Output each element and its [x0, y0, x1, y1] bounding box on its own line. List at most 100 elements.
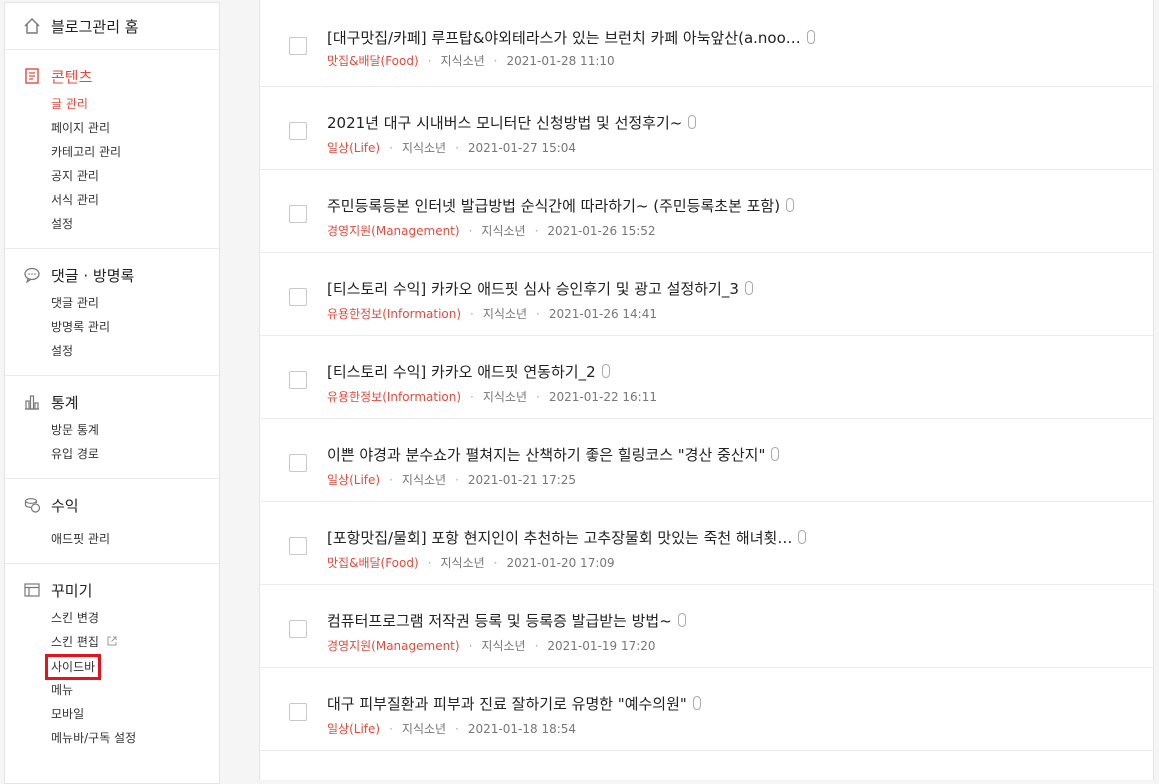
post-title-link[interactable]: 대구 피부질환과 피부과 진료 잘하기로 유명한 "예수의원" — [327, 693, 701, 714]
external-link-icon — [107, 631, 117, 655]
post-row: 대구 피부질환과 피부과 진료 잘하기로 유명한 "예수의원" 일상(Life)… — [260, 668, 1153, 751]
post-meta: 유용한정보(Information) · 지식소년 · 2021-01-22 16:11 — [327, 390, 657, 404]
post-category[interactable]: 맛집&배달(Food) — [327, 556, 419, 570]
section-stats-header[interactable]: 통계 — [5, 390, 219, 414]
post-author: 지식소년 — [440, 556, 485, 570]
sidebar-item-adfit-manage[interactable]: 애드핏 관리 — [5, 527, 219, 551]
post-author: 지식소년 — [482, 390, 528, 404]
sidebar-item-referrer[interactable]: 유입 경로 — [5, 442, 219, 466]
sidebar-item-menu[interactable]: 메뉴 — [5, 678, 219, 702]
post-title: [티스토리 수익] 카카오 애드핏 심사 승인후기 및 광고 설정하기_3 — [327, 280, 739, 298]
sidebar-item-menubar-subscribe[interactable]: 메뉴바/구독 설정 — [5, 726, 219, 750]
post-checkbox[interactable] — [289, 371, 307, 389]
sidebar-item-sidebar-highlight: 사이드바 — [45, 654, 102, 680]
post-category[interactable]: 일상(Life) — [327, 722, 380, 736]
coins-icon — [23, 496, 41, 514]
sidebar-item-notice-manage[interactable]: 공지 관리 — [5, 164, 219, 188]
post-title: 주민등록등본 인터넷 발급방법 순식간에 따라하기~ (주민등록초본 포함) — [327, 197, 781, 215]
post-title-link[interactable]: 주민등록등본 인터넷 발급방법 순식간에 따라하기~ (주민등록초본 포함) — [327, 195, 795, 216]
sidebar-item-visit-stats[interactable]: 방문 통계 — [5, 418, 219, 442]
post-title-link[interactable]: [대구맛집/카페] 루프탑&야외테라스가 있는 브런치 카페 아눅앞산(a.no… — [327, 27, 815, 48]
document-icon — [23, 67, 41, 85]
sidebar-item-contents-settings[interactable]: 설정 — [5, 212, 219, 236]
sidebar-item-mobile[interactable]: 모바일 — [5, 702, 219, 726]
post-checkbox[interactable] — [289, 454, 307, 472]
post-title-link[interactable]: 컴퓨터프로그램 저작권 등록 및 등록증 발급받는 방법~ — [327, 610, 686, 631]
section-revenue-header[interactable]: 수익 — [5, 493, 219, 517]
sidebar-item-page-manage[interactable]: 페이지 관리 — [5, 116, 219, 140]
section-stats-title: 통계 — [51, 393, 79, 412]
post-checkbox[interactable] — [289, 703, 307, 721]
sidebar-item-sidebar[interactable]: 사이드바 — [5, 654, 219, 680]
post-category[interactable]: 유용한정보(Information) — [327, 307, 461, 321]
post-title-link[interactable]: [티스토리 수익] 카카오 애드핏 심사 승인후기 및 광고 설정하기_3 — [327, 278, 753, 299]
post-checkbox[interactable] — [289, 537, 307, 555]
post-row: 2021년 대구 시내버스 모니터단 신청방법 및 선정후기~ 일상(Life)… — [260, 87, 1153, 170]
post-checkbox[interactable] — [289, 288, 307, 306]
sidebar-item-post-manage[interactable]: 글 관리 — [5, 92, 219, 116]
sidebar-item-comment-manage[interactable]: 댓글 관리 — [5, 291, 219, 315]
post-checkbox[interactable] — [289, 205, 307, 223]
post-category[interactable]: 유용한정보(Information) — [327, 390, 461, 404]
post-checkbox[interactable] — [289, 620, 307, 638]
post-title-link[interactable]: 이쁜 야경과 분수쇼가 펼쳐지는 산책하기 좋은 힐링코스 "경산 중산지" — [327, 444, 780, 465]
post-date: 2021-01-22 16:11 — [548, 390, 657, 404]
chat-bubble-icon — [23, 266, 41, 284]
sidebar-item-category-manage[interactable]: 카테고리 관리 — [5, 140, 219, 164]
post-date: 2021-01-21 17:25 — [467, 473, 577, 487]
sidebar-item-guestbook-manage[interactable]: 방명록 관리 — [5, 315, 219, 339]
post-meta: 유용한정보(Information) · 지식소년 · 2021-01-26 14:41 — [327, 307, 657, 321]
section-contents-header[interactable]: 콘텐츠 — [5, 64, 219, 88]
post-checkbox[interactable] — [289, 122, 307, 140]
post-category[interactable]: 경영지원(Management) — [327, 639, 460, 653]
post-category[interactable]: 경영지원(Management) — [327, 224, 460, 238]
post-author: 지식소년 — [401, 722, 447, 736]
post-title: 대구 피부질환과 피부과 진료 잘하기로 유명한 "예수의원" — [327, 695, 687, 713]
post-author: 지식소년 — [481, 224, 526, 238]
post-author: 지식소년 — [482, 307, 528, 321]
post-date: 2021-01-19 17:20 — [547, 639, 656, 653]
post-date: 2021-01-28 11:10 — [506, 54, 615, 68]
post-title: [대구맛집/카페] 루프탑&야외테라스가 있는 브런치 카페 아눅앞산(a.no… — [327, 29, 801, 47]
sidebar-item-skin-change[interactable]: 스킨 변경 — [5, 606, 219, 630]
section-stats: 통계 방문 통계 유입 경로 — [5, 376, 219, 479]
sidebar-item-template-manage[interactable]: 서식 관리 — [5, 188, 219, 212]
post-author: 지식소년 — [401, 141, 447, 155]
post-checkbox[interactable] — [289, 37, 307, 55]
section-contents-title: 콘텐츠 — [51, 67, 93, 86]
paperclip-icon — [798, 530, 807, 544]
sidebar-home-link[interactable]: 블로그관리 홈 — [5, 3, 219, 50]
paperclip-icon — [677, 613, 686, 627]
post-title-link[interactable]: 2021년 대구 시내버스 모니터단 신청방법 및 선정후기~ — [327, 112, 697, 133]
bar-chart-icon — [23, 393, 41, 411]
section-revenue: 수익 애드핏 관리 — [5, 479, 219, 564]
home-label: 블로그관리 홈 — [51, 17, 139, 36]
post-date: 2021-01-20 17:09 — [506, 556, 615, 570]
section-comments-header[interactable]: 댓글 · 방명록 — [5, 263, 219, 287]
sidebar-item-skin-edit[interactable]: 스킨 편집 — [5, 630, 219, 654]
section-comments-title: 댓글 · 방명록 — [51, 266, 135, 285]
sidebar-item-comments-settings[interactable]: 설정 — [5, 339, 219, 363]
section-design-title: 꾸미기 — [51, 581, 93, 600]
post-meta: 맛집&배달(Food) · 지식소년 · 2021-01-20 17:09 — [327, 556, 615, 570]
post-meta: 일상(Life) · 지식소년 · 2021-01-18 18:54 — [327, 722, 577, 736]
skin-edit-label: 스킨 편집 — [51, 635, 99, 649]
post-title: [포항맛집/물회] 포항 현지인이 추천하는 고추장물회 맛있는 죽천 해녀횟… — [327, 529, 793, 547]
post-title-link[interactable]: [포항맛집/물회] 포항 현지인이 추천하는 고추장물회 맛있는 죽천 해녀횟… — [327, 527, 807, 548]
post-category[interactable]: 맛집&배달(Food) — [327, 54, 419, 68]
post-date: 2021-01-26 15:52 — [547, 224, 656, 238]
paperclip-icon — [744, 281, 753, 295]
post-category[interactable]: 일상(Life) — [327, 141, 380, 155]
post-category[interactable]: 일상(Life) — [327, 473, 380, 487]
section-revenue-title: 수익 — [51, 496, 79, 515]
paperclip-icon — [601, 364, 610, 378]
post-title-link[interactable]: [티스토리 수익] 카카오 애드핏 연동하기_2 — [327, 361, 610, 382]
post-row: 이쁜 야경과 분수쇼가 펼쳐지는 산책하기 좋은 힐링코스 "경산 중산지" 일… — [260, 419, 1153, 502]
post-date: 2021-01-27 15:04 — [467, 141, 577, 155]
post-date: 2021-01-18 18:54 — [467, 722, 577, 736]
paperclip-icon — [688, 115, 697, 129]
post-meta: 경영지원(Management) · 지식소년 · 2021-01-26 15:52 — [327, 224, 656, 238]
section-comments: 댓글 · 방명록 댓글 관리 방명록 관리 설정 — [5, 249, 219, 376]
section-design-header[interactable]: 꾸미기 — [5, 578, 219, 602]
post-meta: 일상(Life) · 지식소년 · 2021-01-21 17:25 — [327, 473, 577, 487]
